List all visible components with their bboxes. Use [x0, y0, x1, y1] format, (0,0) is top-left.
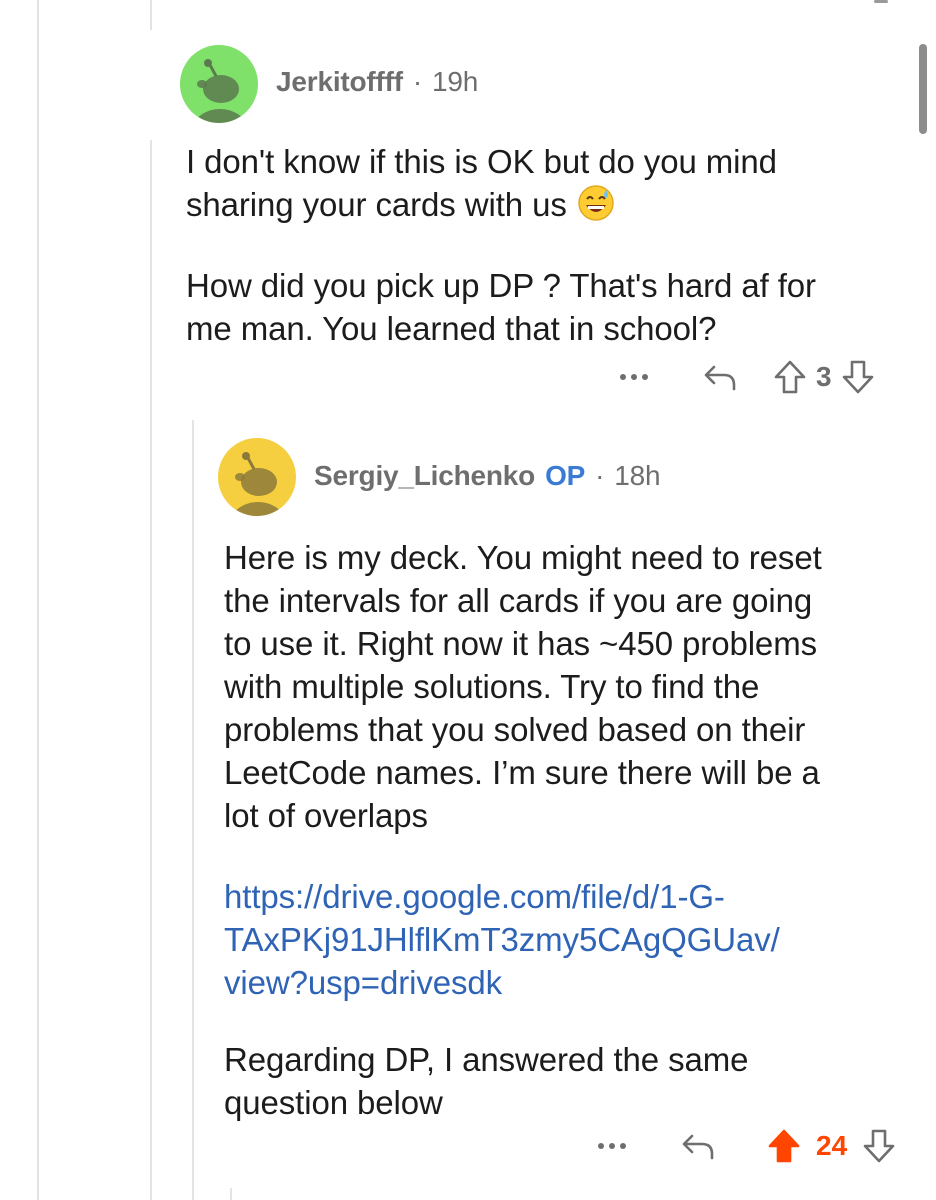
thread-line-level-1[interactable] [150, 0, 152, 30]
body-line: with multiple solutions. Try to find the [224, 668, 760, 705]
body-line: lot of overlaps [224, 797, 428, 834]
vote-score: 24 [816, 1130, 848, 1161]
meta-separator: · [595, 460, 605, 491]
comment-time: 19h [432, 66, 479, 97]
body-line: Here is my deck. You might need to reset [224, 539, 822, 576]
comment-actions: 24 [590, 1124, 901, 1168]
op-badge: OP [545, 460, 586, 491]
link-line: https://drive.google.com/file/d/1-G- [224, 878, 725, 915]
comment-thread: Jerkitoffff · 19h I don't know if this is … [0, 0, 936, 1200]
comment-time: 18h [614, 460, 661, 491]
more-options-icon [620, 374, 648, 380]
body-line: I don't know if this is OK but do you mi… [186, 143, 777, 180]
body-line: sharing your cards with us [186, 186, 567, 223]
overflow-edge [874, 0, 888, 3]
avatar[interactable] [218, 438, 296, 516]
more-options-icon [598, 1143, 626, 1149]
thread-line-level-1[interactable] [150, 140, 152, 1200]
more-options-button[interactable] [612, 372, 656, 382]
body-line: Regarding DP, I answered the same [224, 1041, 749, 1078]
comment-meta: Jerkitoffff · 19h [276, 66, 478, 98]
body-line: problems that you solved based on their [224, 711, 806, 748]
avatar[interactable] [180, 45, 258, 123]
scrollbar-thumb[interactable] [919, 44, 927, 134]
author-name[interactable]: Sergiy_Lichenko [314, 460, 535, 491]
comment-body: Here is my deck. You might need to reset… [224, 536, 822, 1124]
thread-line-level-2[interactable] [192, 420, 194, 1200]
body-line: the intervals for all cards if you are g… [224, 582, 813, 619]
thread-line-level-2-child[interactable] [230, 1188, 232, 1200]
downvote-button[interactable] [857, 1128, 901, 1164]
link-line: view?usp=drivesdk [224, 964, 503, 1001]
grinning-sweat-emoji-icon [577, 184, 615, 232]
author-name[interactable]: Jerkitoffff [276, 66, 403, 97]
upvote-icon [768, 1129, 800, 1163]
body-line: LeetCode names. I’m sure there will be a [224, 754, 820, 791]
downvote-icon [863, 1129, 895, 1163]
body-line-with-emoji: sharing your cards with us [186, 183, 816, 232]
comment-actions: 3 [612, 355, 880, 399]
reply-button[interactable] [658, 1130, 738, 1162]
snoo-avatar-icon [218, 438, 296, 516]
reply-icon [682, 1134, 714, 1160]
vote-score: 3 [816, 361, 832, 392]
upvote-icon [774, 360, 806, 394]
body-line: me man. You learned that in school? [186, 310, 717, 347]
downvote-icon [842, 360, 873, 394]
body-line: question below [224, 1084, 443, 1121]
upvote-button[interactable] [768, 359, 812, 395]
body-line: to use it. Right now it has ~450 problem… [224, 625, 817, 662]
comment-body: I don't know if this is OK but do you mi… [186, 140, 816, 350]
reply-icon [704, 365, 736, 391]
body-line: How did you pick up DP ? That's hard af … [186, 267, 816, 304]
more-options-button[interactable] [590, 1141, 634, 1151]
upvote-button[interactable] [762, 1128, 806, 1164]
link-line: TAxPKj91JHlflKmT3zmy5CAgQGUav/ [224, 921, 780, 958]
meta-separator: · [412, 66, 423, 97]
thread-line-root[interactable] [37, 0, 39, 1200]
downvote-button[interactable] [836, 359, 880, 395]
comment-meta: Sergiy_Lichenko OP · 18h [314, 460, 661, 492]
drive-link[interactable]: https://drive.google.com/file/d/1-G- TAx… [224, 875, 822, 1004]
reply-button[interactable] [680, 361, 760, 393]
snoo-avatar-icon [180, 45, 258, 123]
